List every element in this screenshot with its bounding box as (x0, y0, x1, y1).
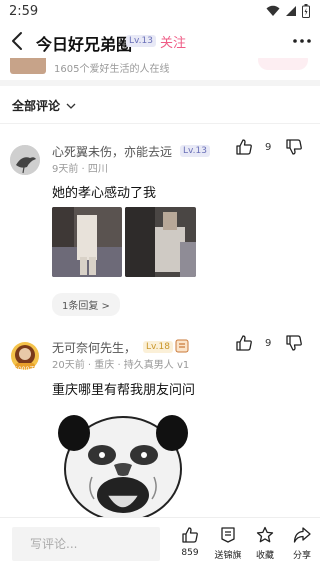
comment-photo[interactable] (125, 207, 196, 277)
bottom-action-bar: 859 送锦旗 收藏 分享 (0, 517, 320, 569)
thumbs-up-icon (182, 527, 198, 543)
sort-label: 全部评论 (12, 99, 61, 113)
photo-image (125, 207, 196, 277)
like-count: 9 (265, 142, 272, 153)
action-label: 859 (181, 548, 199, 558)
action-label: 收藏 (255, 551, 274, 561)
club-level-badge: Lv.13 (126, 35, 156, 47)
thumbs-down-icon[interactable] (285, 334, 303, 352)
action-label: 分享 (292, 551, 311, 561)
signal-icon (286, 6, 296, 16)
like-action-button[interactable]: 859 (177, 526, 203, 558)
star-icon (256, 526, 274, 543)
club-action-button[interactable] (258, 58, 308, 70)
comment-meta: 9天前 · 四川 (52, 164, 108, 175)
thumbs-up-icon[interactable] (235, 138, 253, 156)
comment-text: 重庆哪里有帮我朋友问问 (52, 383, 196, 398)
medal-badge-icon (175, 339, 189, 353)
club-info-strip[interactable]: 1605个爱好生活的人在线 (0, 58, 320, 80)
more-options-icon[interactable] (292, 34, 312, 48)
page-title: 今日好兄弟圈 (36, 35, 133, 54)
comment-sticker[interactable] (52, 403, 194, 517)
bird-avatar-icon (10, 145, 40, 175)
comment-meta: 20天前 · 重庆 · 持久真男人 v1 (52, 360, 190, 371)
avatar-badge: 6000天 (14, 366, 36, 373)
status-icons (266, 4, 310, 18)
status-time: 2:59 (9, 4, 39, 19)
comment-photo[interactable] (52, 207, 122, 277)
title-bar: 今日好兄弟圈 Lv.13 关注 (0, 24, 320, 58)
thumbs-up-icon[interactable] (235, 334, 253, 352)
panda-meme-image (52, 403, 194, 517)
follow-button[interactable]: 关注 (160, 32, 186, 51)
send-banner-button[interactable]: 送锦旗 (210, 526, 246, 561)
user-level-badge: Lv.13 (180, 145, 210, 157)
like-count: 9 (265, 338, 272, 349)
comment-input[interactable] (12, 527, 160, 561)
comment-author-name[interactable]: 心死翼未伤，亦能去远 (52, 143, 172, 160)
avatar[interactable] (10, 145, 40, 175)
comment-text: 她的孝心感动了我 (52, 186, 157, 201)
section-separator (0, 80, 320, 86)
user-level-badge: Lv.18 (143, 341, 173, 353)
divider (0, 123, 320, 124)
action-label: 送锦旗 (214, 551, 242, 561)
favorite-button[interactable]: 收藏 (253, 526, 277, 561)
club-thumbnail (10, 58, 46, 74)
back-arrow-icon[interactable] (8, 30, 28, 52)
photo-image (52, 207, 122, 277)
thumbs-down-icon[interactable] (285, 138, 303, 156)
chevron-down-icon (66, 103, 76, 109)
view-replies-button[interactable]: 1条回复 > (52, 293, 120, 316)
comment-sort-selector[interactable]: 全部评论 (12, 97, 76, 114)
club-online-count: 1605个爱好生活的人在线 (54, 64, 170, 75)
share-button[interactable]: 分享 (290, 526, 314, 561)
share-icon (293, 527, 311, 543)
wifi-icon (266, 5, 280, 16)
banner-icon (221, 527, 235, 543)
status-bar: 2:59 (0, 0, 320, 24)
battery-icon (302, 4, 310, 18)
comment-author-name[interactable]: 无可奈何先生， (52, 339, 136, 356)
